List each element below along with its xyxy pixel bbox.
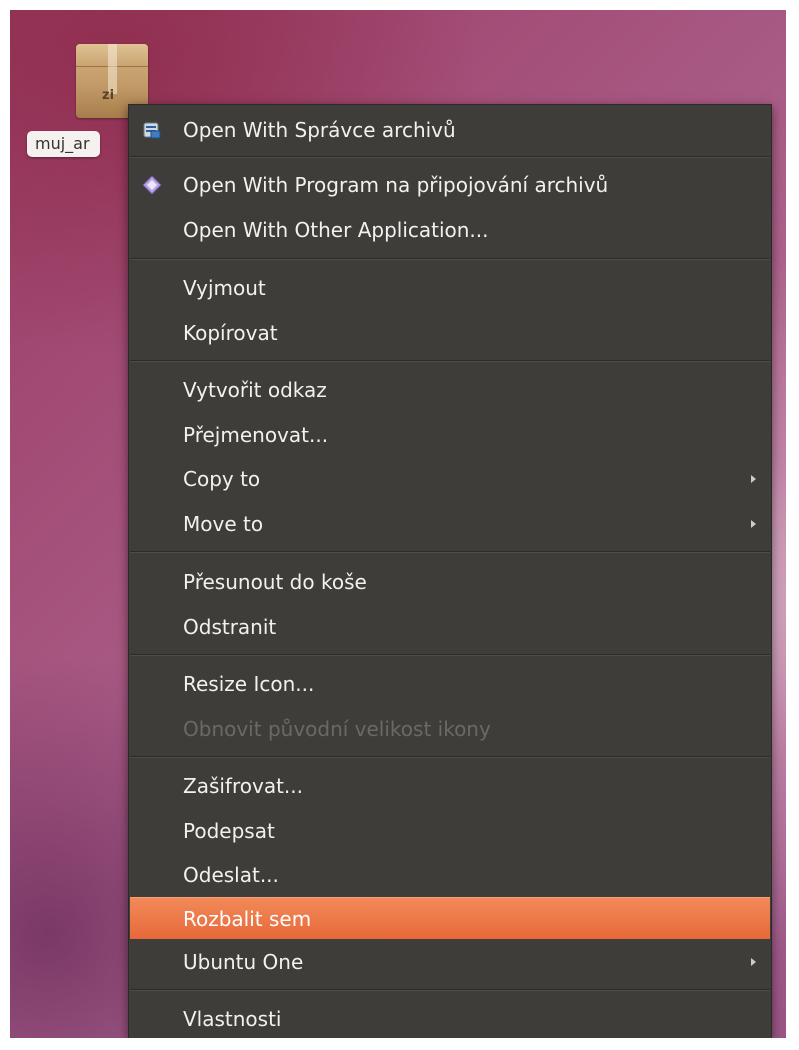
desktop-background: zi muj_ar Open With Správce archivů Open… xyxy=(10,10,786,1038)
menu-item-label: Resize Icon... xyxy=(183,672,315,696)
submenu-arrow-icon xyxy=(751,475,756,483)
menu-item-kopirovat[interactable]: Kopírovat xyxy=(130,312,770,354)
submenu-arrow-icon xyxy=(751,520,756,528)
menu-item-label: Odeslat... xyxy=(183,863,279,887)
menu-item-podepsat[interactable]: Podepsat xyxy=(130,810,770,852)
archive-manager-icon xyxy=(143,122,161,139)
menu-item-rozbalit-sem[interactable]: Rozbalit sem xyxy=(130,897,770,939)
menu-item-label: Open With Other Application... xyxy=(183,218,489,242)
menu-item-zasifrovat[interactable]: Zašifrovat... xyxy=(130,765,770,807)
menu-item-label: Podepsat xyxy=(183,819,275,843)
menu-separator xyxy=(130,360,770,362)
menu-item-ubuntu-one[interactable]: Ubuntu One xyxy=(130,941,770,983)
menu-item-label: Kopírovat xyxy=(183,321,278,345)
file-name-label[interactable]: muj_ar xyxy=(27,131,100,157)
menu-item-move-to[interactable]: Move to xyxy=(130,503,770,545)
menu-item-label: Ubuntu One xyxy=(183,950,304,974)
archive-mounter-icon xyxy=(142,175,162,195)
menu-item-label: Přesunout do koše xyxy=(183,570,367,594)
menu-item-label: Open With Správce archivů xyxy=(183,118,456,142)
menu-item-label: Open With Program na připojování archivů xyxy=(183,173,609,197)
menu-separator xyxy=(130,654,770,656)
menu-item-copy-to[interactable]: Copy to xyxy=(130,458,770,500)
menu-separator xyxy=(130,156,770,158)
menu-item-resize-icon[interactable]: Resize Icon... xyxy=(130,663,770,705)
submenu-arrow-icon xyxy=(751,958,756,966)
file-extension-label: zi xyxy=(102,88,115,103)
menu-item-open-with-other-application[interactable]: Open With Other Application... xyxy=(130,209,770,251)
menu-separator xyxy=(130,756,770,758)
menu-item-vytvorit-odkaz[interactable]: Vytvořit odkaz xyxy=(130,369,770,411)
menu-item-label: Vlastnosti xyxy=(183,1007,282,1031)
menu-item-vlastnosti[interactable]: Vlastnosti xyxy=(130,998,770,1038)
menu-separator xyxy=(130,551,770,553)
menu-item-label: Zašifrovat... xyxy=(183,774,303,798)
menu-item-presunout-do-kose[interactable]: Přesunout do koše xyxy=(130,561,770,603)
menu-item-obnovit-velikost-ikony: Obnovit původní velikost ikony xyxy=(130,708,770,750)
menu-item-prejmenovat[interactable]: Přejmenovat... xyxy=(130,414,770,456)
menu-item-label: Obnovit původní velikost ikony xyxy=(183,717,491,741)
menu-item-label: Přejmenovat... xyxy=(183,423,329,447)
menu-item-open-with-archive-manager[interactable]: Open With Správce archivů xyxy=(130,109,770,151)
menu-item-label: Rozbalit sem xyxy=(183,907,312,931)
menu-item-odstranit[interactable]: Odstranit xyxy=(130,606,770,648)
menu-separator xyxy=(130,258,770,260)
menu-item-odeslat[interactable]: Odeslat... xyxy=(130,854,770,896)
menu-item-label: Vytvořit odkaz xyxy=(183,378,327,402)
menu-item-open-with-archive-mounter[interactable]: Open With Program na připojování archivů xyxy=(130,164,770,206)
menu-item-label: Move to xyxy=(183,512,264,536)
menu-item-vyjmout[interactable]: Vyjmout xyxy=(130,267,770,309)
menu-item-label: Odstranit xyxy=(183,615,277,639)
context-menu: Open With Správce archivů Open With Prog… xyxy=(128,104,772,1038)
archive-tape xyxy=(108,44,117,94)
menu-separator xyxy=(130,989,770,991)
menu-item-label: Copy to xyxy=(183,467,261,491)
menu-item-label: Vyjmout xyxy=(183,276,266,300)
